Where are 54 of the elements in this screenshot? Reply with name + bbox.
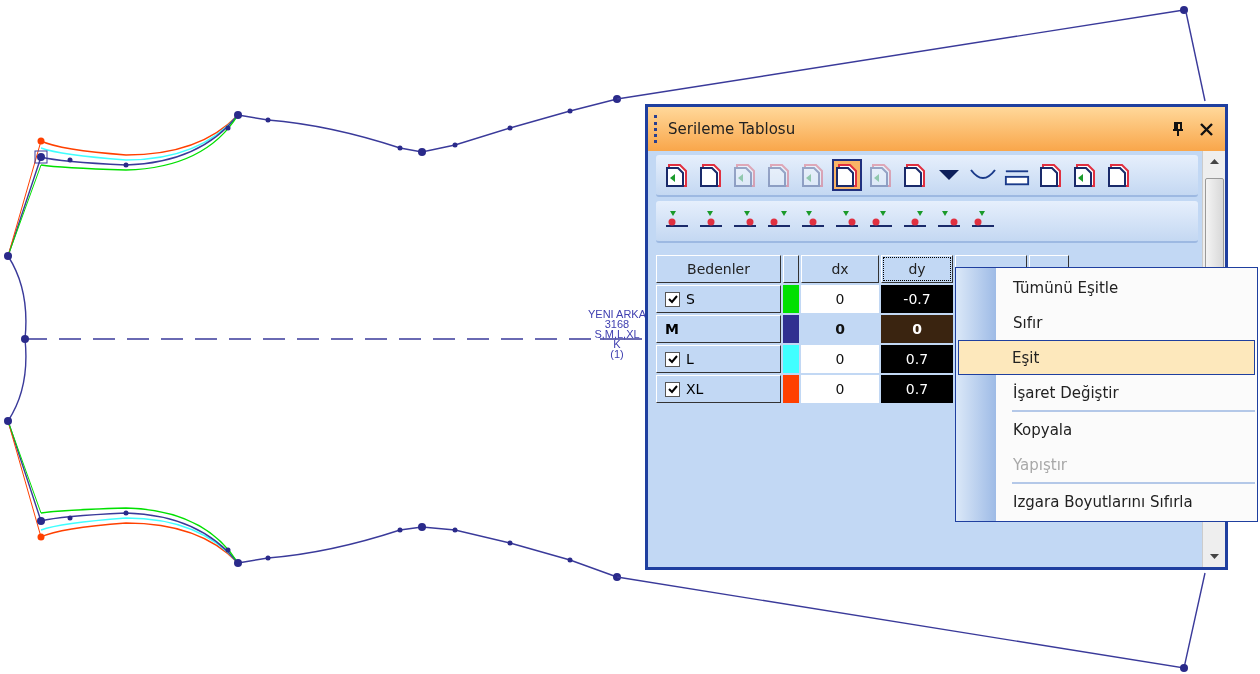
document-icon <box>1073 162 1097 188</box>
column-header <box>783 255 799 283</box>
menu-item[interactable]: Sıfır <box>958 305 1255 340</box>
toolbar-button[interactable] <box>832 159 862 191</box>
document-icon <box>733 162 757 188</box>
checkbox[interactable] <box>665 291 680 307</box>
pattern-label: K <box>613 338 621 350</box>
pattern-label: S,M,L,XL <box>594 328 640 340</box>
size-label: S <box>686 291 695 307</box>
document-icon <box>903 162 927 188</box>
arc-icon <box>970 168 996 182</box>
scroll-up-icon[interactable] <box>1209 159 1219 164</box>
caret-icon <box>937 168 961 182</box>
pattern-label: 3168 <box>604 318 630 330</box>
column-header[interactable]: dy <box>881 255 953 283</box>
checkbox[interactable] <box>665 381 680 397</box>
size-label: M <box>665 321 679 337</box>
document-icon <box>699 162 723 188</box>
table-cell[interactable]: 0 <box>801 345 879 373</box>
size-cell[interactable]: XL <box>656 375 781 403</box>
document-icon <box>1039 162 1063 188</box>
scroll-thumb[interactable] <box>1204 178 1224 270</box>
window-title: Serileme Tablosu <box>668 120 797 138</box>
size-cell[interactable]: M <box>656 315 781 343</box>
document-icon <box>767 162 791 188</box>
table-cell[interactable]: -0.7 <box>881 285 953 313</box>
size-cell[interactable]: S <box>656 285 781 313</box>
document-icon <box>869 162 893 188</box>
menu-item[interactable]: Izgara Boyutlarını Sıfırla <box>958 484 1255 519</box>
document-icon <box>665 162 689 188</box>
pattern-label: (1) <box>610 348 624 360</box>
scroll-down-icon[interactable] <box>1209 554 1219 559</box>
close-icon <box>1200 122 1213 136</box>
size-label: L <box>686 351 694 367</box>
menu-item[interactable]: İşaret Değiştir <box>958 375 1255 410</box>
column-header[interactable]: dx <box>801 255 879 283</box>
table-cell[interactable]: 0.7 <box>881 375 953 403</box>
table-cell[interactable]: 0 <box>801 375 879 403</box>
table-cell[interactable]: 0.7 <box>881 345 953 373</box>
pattern-label: YENI ARKA <box>587 308 647 320</box>
grip-icon <box>654 115 660 143</box>
menu-item[interactable]: Eşit <box>958 340 1255 375</box>
column-header[interactable]: Bedenler <box>656 255 781 283</box>
document-icon <box>835 162 859 188</box>
size-label: XL <box>686 381 704 397</box>
document-icon <box>801 162 825 188</box>
size-cell[interactable]: L <box>656 345 781 373</box>
menu-item[interactable]: Kopyala <box>958 412 1255 447</box>
table-cell[interactable]: 0 <box>881 315 953 343</box>
document-icon <box>1107 162 1131 188</box>
table-cell[interactable]: 0 <box>801 285 879 313</box>
pin-icon <box>1172 122 1184 136</box>
menu-item[interactable]: Tümünü Eşitle <box>958 270 1255 305</box>
checkbox[interactable] <box>665 351 680 367</box>
